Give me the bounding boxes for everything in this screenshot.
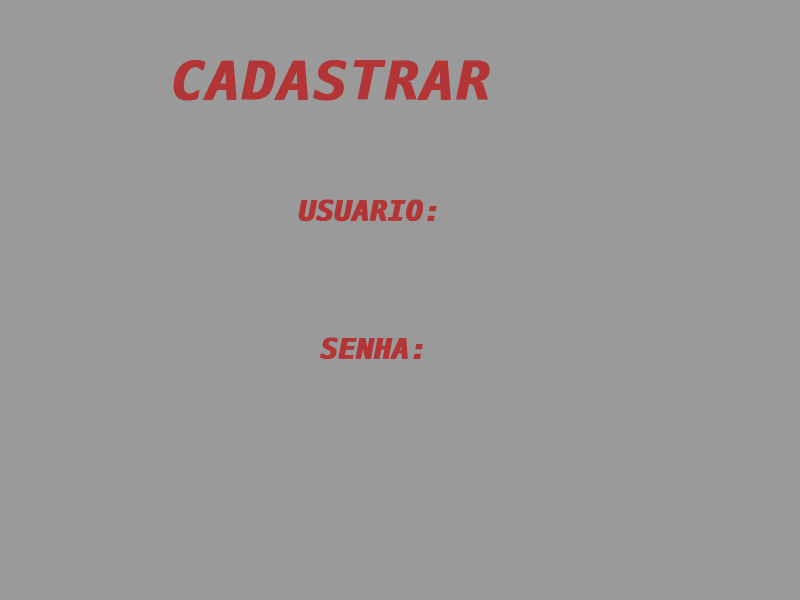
username-field[interactable] (490, 200, 754, 234)
password-field[interactable] (468, 338, 732, 372)
password-label: SENHA: (320, 333, 428, 366)
register-screen: CADASTRAR USUARIO: SENHA: (0, 0, 800, 600)
username-label: USUARIO: (298, 195, 441, 228)
page-title: CADASTRAR (170, 51, 492, 113)
